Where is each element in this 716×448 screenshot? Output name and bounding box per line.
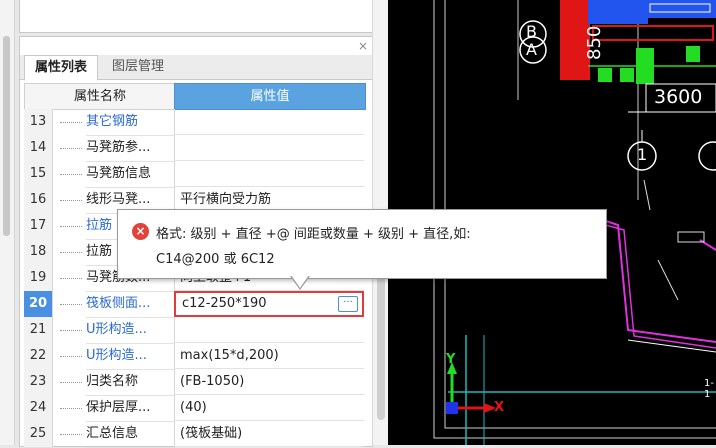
row-number: 20 xyxy=(24,291,53,318)
tab-layer-management[interactable]: 图层管理 xyxy=(100,55,176,79)
upper-panel xyxy=(19,0,387,33)
property-value-input[interactable]: c12-250*190 ··· xyxy=(174,291,364,317)
property-value-text: (筏板基础) xyxy=(180,426,243,441)
property-value-text: c12-250*190 xyxy=(182,296,267,311)
property-name[interactable]: U形构造... xyxy=(86,343,175,370)
table-row[interactable]: 20 筏板侧面... c12-250*190 ··· xyxy=(24,291,364,318)
property-value[interactable] xyxy=(174,109,364,135)
property-name[interactable]: U形构造... xyxy=(86,317,175,344)
table-row[interactable]: 15 马凳筋信息 xyxy=(24,161,364,188)
panel-tabs: 属性列表 图层管理 xyxy=(20,55,372,81)
row-number: 19 xyxy=(24,265,53,292)
property-value[interactable] xyxy=(174,135,364,161)
property-value-text: (40) xyxy=(180,400,207,415)
property-value[interactable] xyxy=(174,161,364,187)
row-number: 13 xyxy=(24,109,53,136)
property-name[interactable]: 其它钢筋 xyxy=(86,109,175,136)
dimension-850: 850 xyxy=(584,25,605,60)
property-name[interactable]: 汇总信息 xyxy=(86,421,175,448)
row-number: 14 xyxy=(24,135,53,162)
tooltip-line-2: C14@200 或 6C12 xyxy=(156,252,275,267)
tree-connector xyxy=(60,278,82,279)
axis-x-label: X xyxy=(494,400,505,415)
dimension-3600: 3600 xyxy=(654,86,703,108)
tree-connector xyxy=(60,304,82,305)
table-row[interactable]: 13 其它钢筋 xyxy=(24,109,364,136)
left-scrollbar[interactable] xyxy=(0,0,15,445)
axis-label-b: B xyxy=(526,22,537,41)
property-value[interactable]: (筏板基础) xyxy=(174,421,364,447)
tree-connector xyxy=(60,252,82,253)
property-name[interactable]: 筏板侧面... xyxy=(86,291,175,318)
property-name[interactable]: 马凳筋参... xyxy=(86,135,175,162)
tree-connector xyxy=(60,200,82,201)
property-value[interactable]: max(15*d,200) xyxy=(174,343,364,369)
row-number: 22 xyxy=(24,343,53,370)
tree-connector xyxy=(60,122,82,123)
table-row[interactable]: 22 U形构造... max(15*d,200) xyxy=(24,343,364,370)
tree-connector xyxy=(60,356,82,357)
property-value[interactable]: (FB-1050) xyxy=(174,369,364,395)
header-property-name[interactable]: 属性名称 xyxy=(24,83,176,110)
tree-connector xyxy=(60,226,82,227)
property-name[interactable]: 保护层厚... xyxy=(86,395,175,422)
section-label: 1-1 xyxy=(704,378,714,400)
format-error-tooltip: × 格式: 级别 + 直径 +@ 间距或数量 + 级别 + 直径,如: C14@… xyxy=(117,209,607,279)
tree-connector xyxy=(60,174,82,175)
ellipsis-button[interactable]: ··· xyxy=(338,296,358,312)
row-number: 23 xyxy=(24,369,53,396)
tree-connector xyxy=(60,434,82,435)
property-value-text: max(15*d,200) xyxy=(180,348,279,363)
close-icon[interactable]: × xyxy=(358,39,368,53)
property-name[interactable]: 归类名称 xyxy=(86,369,175,396)
table-row[interactable]: 23 归类名称 (FB-1050) xyxy=(24,369,364,396)
scroll-thumb[interactable] xyxy=(3,36,10,236)
table-row[interactable]: 24 保护层厚... (40) xyxy=(24,395,364,422)
tab-property-list[interactable]: 属性列表 xyxy=(24,55,98,81)
tooltip-line-1: 格式: 级别 + 直径 +@ 间距或数量 + 级别 + 直径,如: xyxy=(156,227,471,242)
tree-connector xyxy=(60,330,82,331)
row-number: 15 xyxy=(24,161,53,188)
property-name[interactable]: 马凳筋信息 xyxy=(86,161,175,188)
row-number: 18 xyxy=(24,239,53,266)
axis-label-a: A xyxy=(526,40,537,59)
error-icon: × xyxy=(132,223,149,240)
row-number: 16 xyxy=(24,187,53,214)
property-value[interactable] xyxy=(174,317,364,343)
header-property-value[interactable]: 属性值 xyxy=(174,83,366,110)
row-number: 21 xyxy=(24,317,53,344)
axis-label-1: 1 xyxy=(637,145,648,164)
tree-connector xyxy=(60,408,82,409)
row-number: 24 xyxy=(24,395,53,422)
axis-y-label: Y xyxy=(446,352,456,367)
property-value-text: 平行横向受力筋 xyxy=(180,192,272,207)
table-row[interactable]: 21 U形构造... xyxy=(24,317,364,344)
tooltip-tail-inner xyxy=(291,275,309,288)
row-number: 25 xyxy=(24,421,53,448)
tree-connector xyxy=(60,382,82,383)
property-value[interactable]: (40) xyxy=(174,395,364,421)
tree-connector xyxy=(60,148,82,149)
table-row[interactable]: 25 汇总信息 (筏板基础) xyxy=(24,421,364,448)
table-row[interactable]: 14 马凳筋参... xyxy=(24,135,364,162)
property-value-text: (FB-1050) xyxy=(180,374,245,389)
row-number: 17 xyxy=(24,213,53,240)
